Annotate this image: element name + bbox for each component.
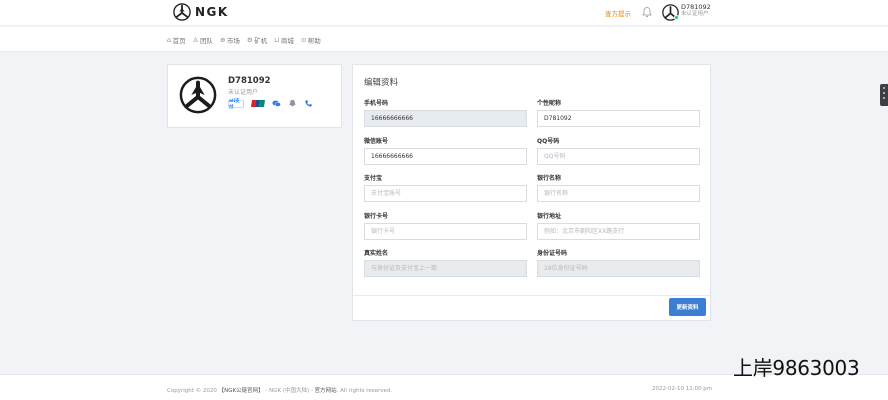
phone-field-group: 手机号码 16666666666 [364,98,527,127]
watermark-text: 上岸9863003 [733,356,860,380]
bank-name-label: 银行名称 [537,175,562,182]
wechat-field[interactable]: 16666666666 [364,148,527,165]
team-icon: ♙ [192,35,199,44]
home-icon: ⌂ [167,35,172,44]
guide-link[interactable]: 查方提示 [605,8,631,18]
header-user-status: 未认证用户 [681,11,709,17]
bank-card-field[interactable]: 银行卡号 [364,223,527,240]
nav-item-market[interactable]: ⊕ 市场 [220,35,240,45]
nav-item-label: 矿机 [254,36,268,45]
bell-icon[interactable] [642,6,652,18]
nickname-field[interactable]: D781092 [537,110,700,127]
real-name-field-group: 真实姓名 与身份证及支付宝上一致 [364,248,527,277]
qq-field-group: QQ号码 QQ号码 [537,136,700,165]
top-bar: NGK 查方提示 D781092 未认证用户 [0,0,888,26]
profile-card: D781092 未认证用户 ali支付 [167,64,342,128]
gear-icon: ⚙ [246,35,253,44]
wechat-field-group: 微信账号 16666666666 [364,136,527,165]
main-nav: ⌂ 首页 ♙ 团队 ⊕ 市场 ⚙ 矿机 ⊔ 商城 ⊙ 帮助 [167,27,328,52]
form-divider [353,295,710,296]
id-number-field-group: 身份证号码 18位身份证号码 [537,248,700,277]
help-icon: ⊙ [300,35,307,44]
bank-name-field[interactable]: 银行名称 [537,185,700,202]
copyright-middle: - NGK (中国大陆) - [265,388,313,394]
bank-card-label: 银行卡号 [364,213,389,220]
qq-field[interactable]: QQ号码 [537,148,700,165]
real-name-label: 真实姓名 [364,250,389,257]
qq-icon[interactable] [288,99,297,108]
header-user-id: D781092 [681,3,711,11]
bank-address-field-group: 银行地址 例如：北京市朝阳区XX路支行 [537,211,700,240]
bank-name-field-group: 银行名称 银行名称 [537,173,700,202]
bank-card-field-group: 银行卡号 银行卡号 [364,211,527,240]
nav-item-team[interactable]: ♙ 团队 [193,35,213,45]
bank-address-label: 银行地址 [537,213,562,220]
nav-item-miner[interactable]: ⚙ 矿机 [247,35,267,45]
brand-name: NGK [195,5,229,19]
form-title: 编辑资料 [364,78,399,88]
profile-name: D781092 [228,76,271,86]
nav-item-label: 商城 [280,36,294,45]
update-profile-button[interactable]: 更新资料 [669,298,706,316]
nav-bar: ⌂ 首页 ♙ 团队 ⊕ 市场 ⚙ 矿机 ⊔ 商城 ⊙ 帮助 [0,27,888,52]
online-status-dot [674,15,679,20]
nav-item-shop[interactable]: ⊔ 商城 [274,35,294,45]
nickname-label: 个性昵称 [537,100,562,107]
company-link[interactable]: 【NGK公链官网】 [219,388,264,394]
header-user-info[interactable]: D781092 未认证用户 [681,4,711,18]
nav-item-label: 市场 [226,36,240,45]
alipay-field-group: 支付宝 支付宝账号 [364,173,527,202]
wechat-label: 微信账号 [364,138,389,145]
nav-item-label: 团队 [199,36,213,45]
unionpay-icon[interactable] [251,99,265,108]
alipay-badge[interactable]: ali支付 [228,99,244,110]
alipay-field[interactable]: 支付宝账号 [364,185,527,202]
nav-item-help[interactable]: ⊙ 帮助 [301,35,321,45]
verification-badges: ali支付 [228,99,320,110]
edit-profile-card: 编辑资料 手机号码 16666666666 个性昵称 D781092 微信账号 … [352,64,711,321]
copyright-prefix: Copyright © 2020 [167,388,217,394]
nav-item-label: 首页 [172,36,186,45]
globe-icon: ⊕ [219,35,226,44]
nav-item-label: 帮助 [307,36,321,45]
side-drawer-handle[interactable] [880,84,888,106]
copyright-text: Copyright © 2020 【NGK公链官网】 - NGK (中国大陆) … [167,386,392,394]
ngk-logo-icon [173,3,191,21]
alipay-label: 支付宝 [364,175,383,182]
brand-logo[interactable]: NGK [173,3,229,21]
id-number-label: 身份证号码 [537,250,568,257]
real-name-field: 与身份证及支付宝上一致 [364,260,527,277]
cart-icon: ⊔ [274,35,280,44]
copyright-suffix: . All rights reserved. [336,388,393,394]
phone-icon[interactable] [304,99,313,108]
qq-label: QQ号码 [537,138,560,145]
nav-item-home[interactable]: ⌂ 首页 [167,35,186,45]
phone-label: 手机号码 [364,100,389,107]
wechat-icon[interactable] [272,99,281,108]
id-number-field: 18位身份证号码 [537,260,700,277]
official-site-link[interactable]: 官方网站 [315,388,337,394]
profile-status: 未认证用户 [228,89,259,96]
nickname-field-group: 个性昵称 D781092 [537,98,700,127]
bank-address-field[interactable]: 例如：北京市朝阳区XX路支行 [537,223,700,240]
phone-field: 16666666666 [364,110,527,127]
profile-avatar [179,76,217,114]
footer-datetime: 2022-02-10 11:00 pm [652,386,713,392]
